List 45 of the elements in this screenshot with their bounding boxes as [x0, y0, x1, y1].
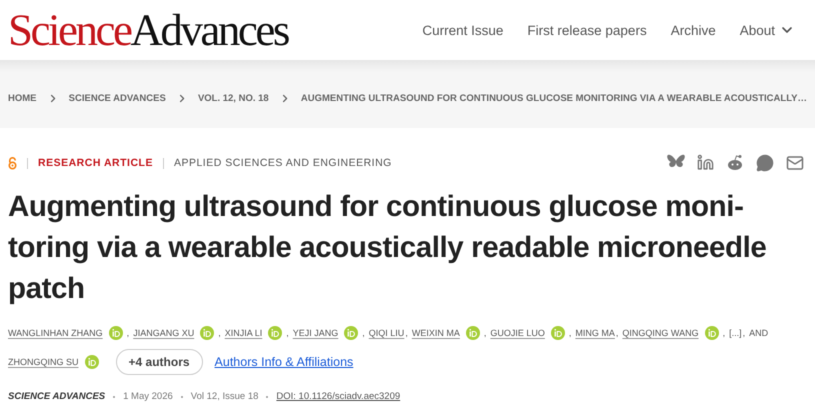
journal-name: SCIENCE ADVANCES — [8, 391, 106, 403]
doi-link[interactable]: DOI: 10.1126/sciadv.aec3209 — [276, 391, 400, 403]
logo[interactable]: ScienceAdvances — [8, 8, 288, 52]
more-authors-button[interactable]: +4 authors — [116, 349, 203, 375]
article-type: RESEARCH ARTICLE — [38, 157, 153, 169]
breadcrumb-link[interactable]: HOME — [8, 92, 36, 104]
comma: , — [126, 328, 130, 338]
nav-link[interactable]: About — [740, 22, 795, 38]
author-link[interactable]: QIQI LIU — [368, 328, 404, 338]
comma: , — [616, 328, 618, 338]
author-link[interactable]: MING MA — [575, 328, 615, 338]
author-link[interactable]: JIANGANG XU — [133, 328, 194, 338]
author-link[interactable]: GUOJIE LUO — [490, 328, 545, 338]
nav-link[interactable]: Archive — [670, 22, 716, 38]
butterfly-icon[interactable] — [667, 154, 685, 170]
issue-label: Vol 12, Issue 18 — [190, 391, 258, 403]
chat-icon[interactable] — [756, 154, 774, 172]
linkedin-icon[interactable] — [697, 154, 714, 171]
author-link[interactable]: WANGLINHAN ZHANG — [8, 328, 103, 338]
article-title: Augmenting ultrasound for continuous glucose moni- toring via a wearable acoustically readable microneedle patch — [8, 189, 766, 307]
author-text: [...] — [729, 328, 742, 338]
breadcrumb-link[interactable]: AUGMENTING ULTRASOUND FOR CONTINUOUS GLUCOSE MONITORING VIA A WEARABLE ACOUSTICALLY… — [300, 92, 807, 104]
author-link[interactable]: QINGQING WANG — [622, 328, 699, 338]
comma: , — [484, 328, 486, 338]
nav-link[interactable]: Current Issue — [422, 22, 504, 38]
mail-icon[interactable] — [786, 154, 804, 172]
comma: , — [722, 328, 726, 338]
comma: , — [405, 328, 408, 338]
subject-label: APPLIED SCIENCES AND ENGINEERING — [174, 157, 392, 169]
comma: , — [742, 328, 746, 338]
author-link[interactable]: WEIXIN MA — [412, 328, 460, 338]
affiliations-link[interactable]: Authors Info & Affiliations — [214, 355, 354, 369]
comma: , — [286, 328, 289, 338]
publish-date: 1 May 2026 — [123, 391, 173, 403]
nav-link[interactable]: First release papers — [527, 22, 647, 38]
reddit-icon[interactable] — [726, 154, 744, 171]
author-link[interactable]: XINJIA LI — [224, 328, 262, 338]
comma: , — [362, 328, 365, 338]
author-link[interactable]: YEJI JANG — [292, 328, 338, 338]
author-text: AND — [749, 328, 768, 338]
comma: , — [568, 328, 572, 338]
author-link[interactable]: ZHONGQING SU — [8, 357, 79, 367]
breadcrumb-link[interactable]: SCIENCE ADVANCES — [68, 92, 166, 104]
breadcrumb-link[interactable]: VOL. 12, NO. 18 — [198, 92, 269, 104]
comma: , — [218, 328, 221, 338]
